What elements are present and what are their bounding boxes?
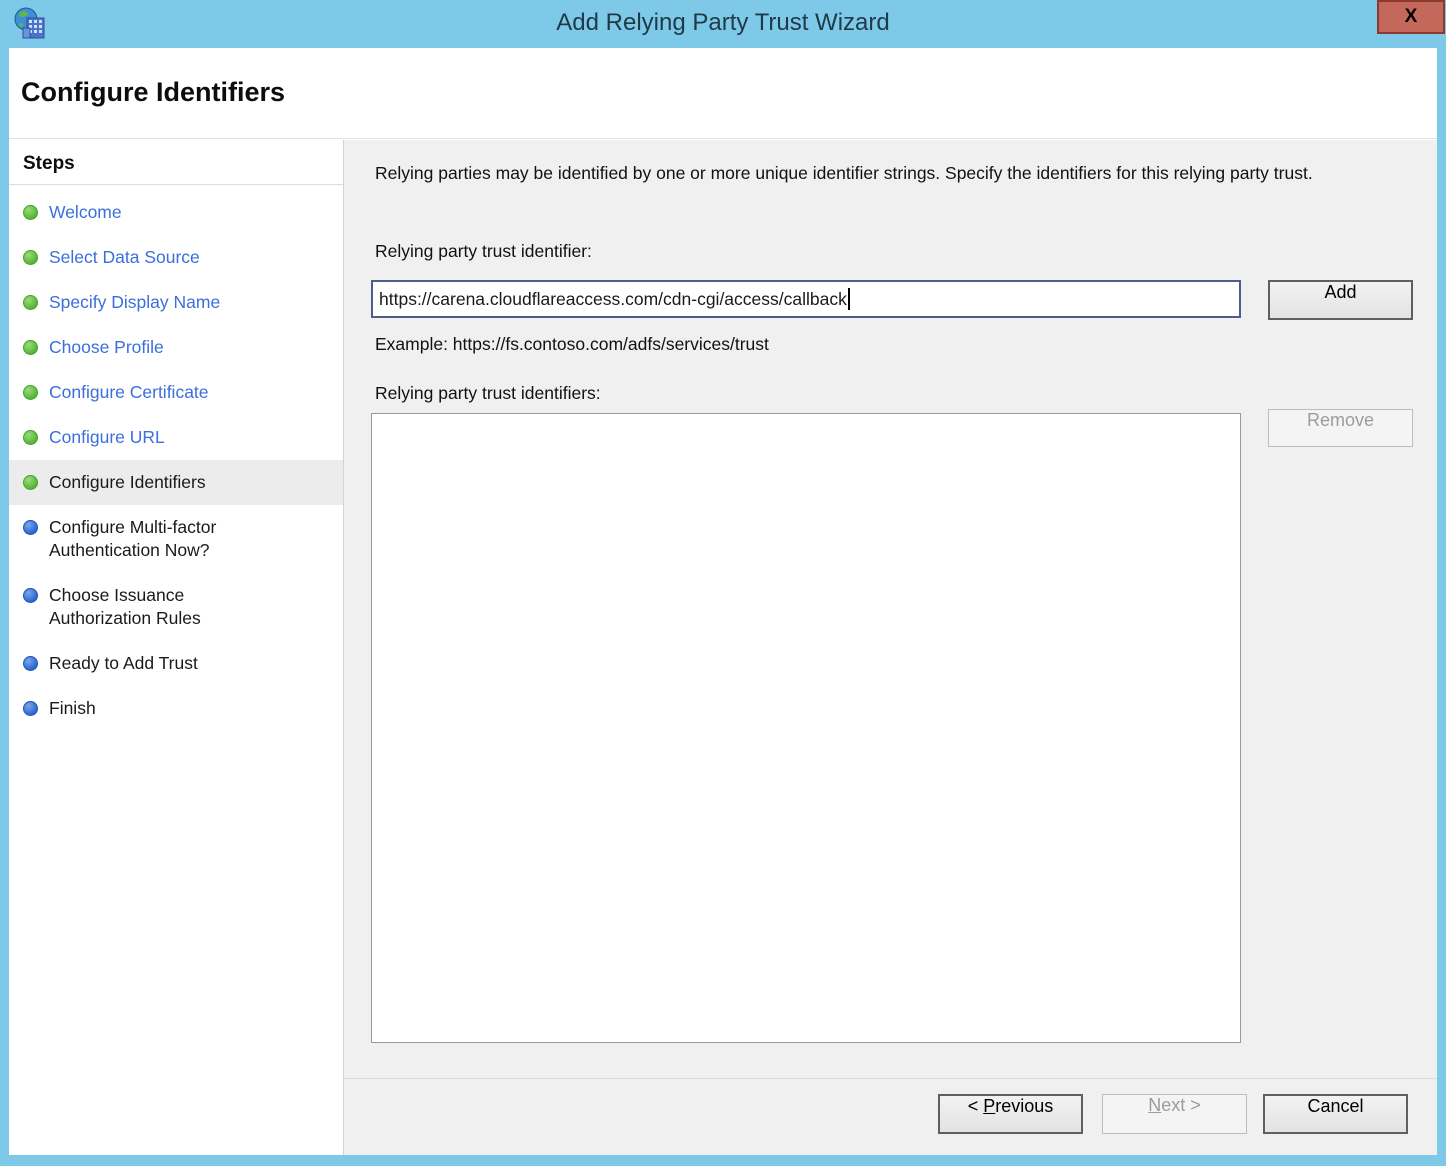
example-text: Example: https://fs.contoso.com/adfs/ser… [375, 334, 769, 355]
window-body: Configure Identifiers Steps Welcome Sele… [9, 48, 1437, 1155]
step-label: Choose Issuance Authorization Rules [49, 584, 284, 630]
step-label: Specify Display Name [49, 291, 220, 314]
step-welcome[interactable]: Welcome [9, 190, 343, 235]
intro-text: Relying parties may be identified by one… [375, 160, 1407, 187]
page-title: Configure Identifiers [21, 77, 285, 108]
next-button[interactable]: Next > [1102, 1094, 1247, 1134]
completed-step-bullet-icon [23, 250, 38, 265]
identifier-field-label: Relying party trust identifier: [375, 241, 592, 262]
close-button[interactable]: X [1377, 0, 1445, 34]
completed-step-bullet-icon [23, 340, 38, 355]
step-label: Configure Certificate [49, 381, 209, 404]
upcoming-step-bullet-icon [23, 588, 38, 603]
page-header: Configure Identifiers [9, 48, 1437, 139]
upcoming-step-bullet-icon [23, 701, 38, 716]
step-label: Welcome [49, 201, 122, 224]
cancel-button[interactable]: Cancel [1263, 1094, 1408, 1134]
step-configure-certificate[interactable]: Configure Certificate [9, 370, 343, 415]
add-button[interactable]: Add [1268, 280, 1413, 320]
step-label: Choose Profile [49, 336, 164, 359]
identifiers-list-label: Relying party trust identifiers: [375, 383, 601, 404]
step-label: Configure Multi-factor Authentication No… [49, 516, 284, 562]
steps-sidebar: Steps Welcome Select Data Source Specify… [9, 140, 343, 1155]
completed-step-bullet-icon [23, 205, 38, 220]
step-select-data-source[interactable]: Select Data Source [9, 235, 343, 280]
text-caret [848, 288, 850, 310]
step-label: Configure URL [49, 426, 165, 449]
step-specify-display-name[interactable]: Specify Display Name [9, 280, 343, 325]
steps-list: Welcome Select Data Source Specify Displ… [9, 190, 343, 731]
wizard-window: Add Relying Party Trust Wizard X Configu… [0, 0, 1446, 1166]
window-title: Add Relying Party Trust Wizard [0, 0, 1446, 48]
content-panel: Relying parties may be identified by one… [344, 140, 1437, 1078]
completed-step-bullet-icon [23, 295, 38, 310]
step-finish[interactable]: Finish [9, 686, 343, 731]
step-configure-url[interactable]: Configure URL [9, 415, 343, 460]
completed-step-bullet-icon [23, 385, 38, 400]
step-label: Configure Identifiers [49, 471, 206, 494]
step-label: Ready to Add Trust [49, 652, 198, 675]
footer-bar: < Previous Next > Cancel [344, 1078, 1437, 1155]
steps-heading: Steps [9, 140, 343, 185]
relying-party-identifier-input[interactable]: https://carena.cloudflareaccess.com/cdn-… [371, 280, 1241, 318]
identifier-input-value: https://carena.cloudflareaccess.com/cdn-… [379, 289, 847, 310]
step-configure-multifactor[interactable]: Configure Multi-factor Authentication No… [9, 505, 343, 573]
step-choose-profile[interactable]: Choose Profile [9, 325, 343, 370]
current-step-bullet-icon [23, 475, 38, 490]
step-configure-identifiers[interactable]: Configure Identifiers [9, 460, 343, 505]
completed-step-bullet-icon [23, 430, 38, 445]
step-choose-issuance-rules[interactable]: Choose Issuance Authorization Rules [9, 573, 343, 641]
step-label: Select Data Source [49, 246, 200, 269]
identifiers-listbox[interactable] [371, 413, 1241, 1043]
title-bar: Add Relying Party Trust Wizard X [0, 0, 1446, 48]
remove-button[interactable]: Remove [1268, 409, 1413, 447]
upcoming-step-bullet-icon [23, 656, 38, 671]
upcoming-step-bullet-icon [23, 520, 38, 535]
previous-button[interactable]: < Previous [938, 1094, 1083, 1134]
step-ready-to-add-trust[interactable]: Ready to Add Trust [9, 641, 343, 686]
step-label: Finish [49, 697, 96, 720]
